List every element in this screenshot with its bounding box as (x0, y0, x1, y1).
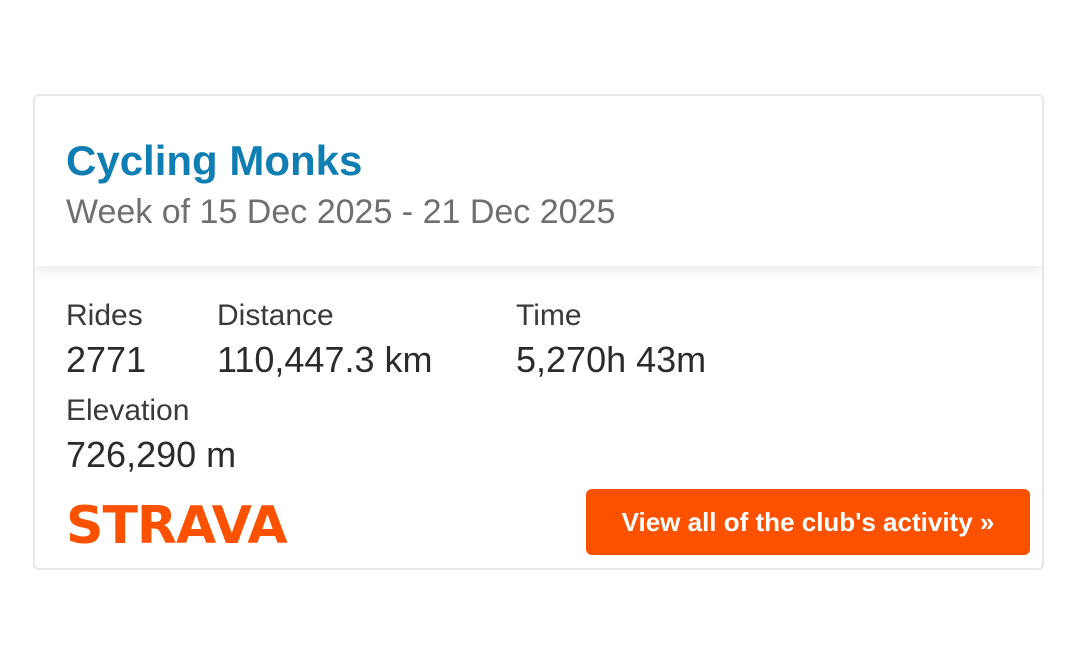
week-range: Week of 15 Dec 2025 - 21 Dec 2025 (66, 193, 616, 231)
view-club-activity-button[interactable]: View all of the club's activity » (586, 489, 1030, 555)
card-header: Cycling Monks Week of 15 Dec 2025 - 21 D… (35, 96, 1042, 266)
stat-label: Distance (217, 299, 334, 332)
stat-value: 5,270h 43m (516, 339, 707, 380)
stat-value: 110,447.3 km (217, 339, 433, 380)
stat-rides: Rides 2771 (66, 298, 146, 381)
stat-time: Time 5,270h 43m (516, 298, 706, 381)
stat-value: 2771 (66, 339, 147, 380)
stat-value: 726,290 m (66, 434, 237, 475)
club-name-link[interactable]: Cycling Monks (66, 137, 362, 184)
stat-label: Rides (66, 299, 143, 332)
stat-label: Time (516, 299, 582, 332)
club-name: Cycling Monks (66, 137, 362, 184)
stat-label: Elevation (66, 394, 190, 427)
strava-logo[interactable]: STRAVA (66, 500, 288, 552)
stat-elevation: Elevation 726,290 m (66, 393, 236, 476)
club-activity-card: Cycling Monks Week of 15 Dec 2025 - 21 D… (33, 94, 1044, 570)
stat-distance: Distance 110,447.3 km (217, 298, 432, 381)
